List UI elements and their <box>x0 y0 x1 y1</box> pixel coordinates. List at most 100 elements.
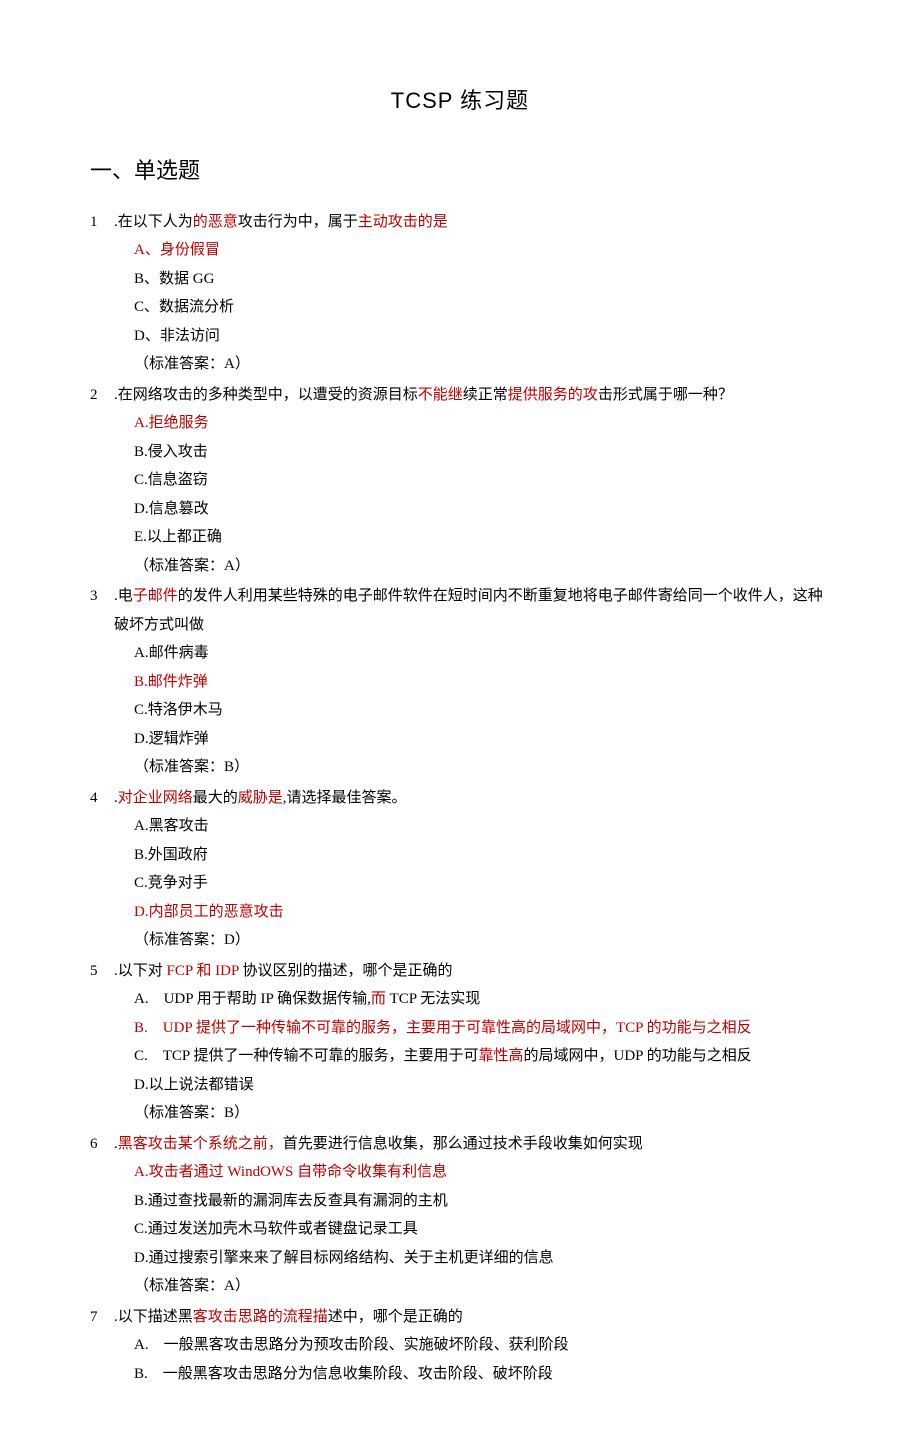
answer: （标准答案：D） <box>90 926 830 955</box>
option: D.逻辑炸弹 <box>134 725 830 754</box>
option-label: A、 <box>134 242 160 258</box>
stem-mid: 首先要进行信息收集，那么通过技术手段收集如何实现 <box>283 1136 643 1152</box>
question-stem: 6.黑客攻击某个系统之前，首先要进行信息收集，那么通过技术手段收集如何实现 <box>90 1130 830 1159</box>
answer: （标准答案：A） <box>90 350 830 379</box>
option-label: B、 <box>134 271 159 287</box>
option-label: C. <box>134 472 148 488</box>
question-number: 4 <box>90 784 114 813</box>
stem-pre: .电 <box>114 588 133 604</box>
option-text: 外国政府 <box>148 847 208 863</box>
option: B.外国政府 <box>134 841 830 870</box>
question-text: .以下对 FCP 和 IDP 协议区别的描述，哪个是正确的 <box>114 957 830 986</box>
option: A. 一般黑客攻击思路分为预攻击阶段、实施破坏阶段、获利阶段 <box>134 1331 830 1360</box>
question: 6.黑客攻击某个系统之前，首先要进行信息收集，那么通过技术手段收集如何实现A.攻… <box>90 1130 830 1301</box>
option: B. 一般黑客攻击思路分为信息收集阶段、攻击阶段、破坏阶段 <box>134 1360 830 1389</box>
questions-container: 1.在以下人为的恶意攻击行为中，属于主动攻击的是A、身份假冒B、数据 GGC、数… <box>90 208 830 1389</box>
option-text: 邮件炸弹 <box>148 674 208 690</box>
question-text: .电子邮件的发件人利用某些特殊的电子邮件软件在短时间内不断重复地将电子邮件寄给同… <box>114 582 830 639</box>
answer: （标准答案：B） <box>90 753 830 782</box>
stem-red: 子邮件 <box>133 588 178 604</box>
question-text: .以下描述黑客攻击思路的流程描述中，哪个是正确的 <box>114 1303 830 1332</box>
stem-pre: .在以下人为 <box>114 214 193 230</box>
option: D.内部员工的恶意攻击 <box>134 898 830 927</box>
option-text: 信息篡改 <box>149 501 209 517</box>
options: A.邮件病毒B.邮件炸弹C.特洛伊木马D.逻辑炸弹 <box>90 639 830 753</box>
question: 2.在网络攻击的多种类型中，以遭受的资源目标不能继续正常提供服务的攻击形式属于哪… <box>90 381 830 581</box>
question-stem: 7.以下描述黑客攻击思路的流程描述中，哪个是正确的 <box>90 1303 830 1332</box>
option: A.邮件病毒 <box>134 639 830 668</box>
option-label: B. <box>134 1193 148 1209</box>
stem-red: 提供服务的攻 <box>508 387 598 403</box>
page-title: TCSP 练习题 <box>90 80 830 122</box>
option-text: 一般黑客攻击思路分为预攻击阶段、实施破坏阶段、获利阶段 <box>164 1337 569 1353</box>
option-label: B. <box>134 1366 163 1382</box>
options: A.攻击者通过 WindOWS 自带命令收集有利信息B.通过查找最新的漏洞库去反… <box>90 1158 830 1272</box>
option-text: 黑客攻击 <box>149 818 209 834</box>
option: C.信息盗窃 <box>134 466 830 495</box>
option-text: 数据流分析 <box>159 299 234 315</box>
question-text: .黑客攻击某个系统之前，首先要进行信息收集，那么通过技术手段收集如何实现 <box>114 1130 830 1159</box>
stem-pre: .以下对 <box>114 963 163 979</box>
option-label: D. <box>134 1250 149 1266</box>
option-text: 邮件病毒 <box>149 645 209 661</box>
option-text: 以上都正确 <box>147 529 222 545</box>
option: A、身份假冒 <box>134 236 830 265</box>
option: A. UDP 用于帮助 IP 确保数据传输,而 TCP 无法实现 <box>134 985 830 1014</box>
stem-red: 不能继 <box>418 387 463 403</box>
option-text: 非法访问 <box>160 328 220 344</box>
option: D.以上说法都错误 <box>134 1071 830 1100</box>
question: 5.以下对 FCP 和 IDP 协议区别的描述，哪个是正确的A. UDP 用于帮… <box>90 957 830 1128</box>
option-text: 内部员工的恶意攻击 <box>149 904 284 920</box>
question-text: .对企业网络最大的威胁是,请选择最佳答案。 <box>114 784 830 813</box>
option: C、数据流分析 <box>134 293 830 322</box>
stem-mid: 最大的 <box>193 790 238 806</box>
stem-red: 客攻击思路的流程描 <box>193 1309 328 1325</box>
option: A.攻击者通过 WindOWS 自带命令收集有利信息 <box>134 1158 830 1187</box>
stem-mid: 述中，哪个是正确的 <box>328 1309 463 1325</box>
option-label: B. <box>134 1020 163 1036</box>
question-number: 3 <box>90 582 114 639</box>
answer: （标准答案：A） <box>90 552 830 581</box>
option-label: B. <box>134 674 148 690</box>
option: C.通过发送加壳木马软件或者键盘记录工具 <box>134 1215 830 1244</box>
stem-red: 黑客攻击某个系统之前， <box>118 1136 283 1152</box>
option-label: C. <box>134 702 148 718</box>
question: 7.以下描述黑客攻击思路的流程描述中，哪个是正确的A. 一般黑客攻击思路分为预攻… <box>90 1303 830 1389</box>
option-label: A. <box>134 415 149 431</box>
stem-pre: .以下描述黑 <box>114 1309 193 1325</box>
options: A. 一般黑客攻击思路分为预攻击阶段、实施破坏阶段、获利阶段B. 一般黑客攻击思… <box>90 1331 830 1388</box>
option-text: 一般黑客攻击思路分为信息收集阶段、攻击阶段、破坏阶段 <box>163 1366 553 1382</box>
option-label: C. <box>134 1221 148 1237</box>
option: E.以上都正确 <box>134 523 830 552</box>
option: B.侵入攻击 <box>134 438 830 467</box>
stem-post: ,请选择最佳答案。 <box>283 790 407 806</box>
option-text: 以上说法都错误 <box>149 1077 254 1093</box>
question: 4.对企业网络最大的威胁是,请选择最佳答案。A.黑客攻击B.外国政府C.竞争对手… <box>90 784 830 955</box>
question-text: .在网络攻击的多种类型中，以遭受的资源目标不能继续正常提供服务的攻击形式属于哪一… <box>114 381 830 410</box>
stem-pre: .在网络攻击的多种类型中，以遭受的资源目标 <box>114 387 418 403</box>
option-text: UDP 提供了一种传输不可靠的服务，主要用于可靠性高的局域网中，TCP 的功能与… <box>163 1020 752 1036</box>
option: A.黑客攻击 <box>134 812 830 841</box>
option-label: C. <box>134 875 148 891</box>
question-number: 1 <box>90 208 114 237</box>
option-label: D. <box>134 1077 149 1093</box>
option-text: 特洛伊木马 <box>148 702 223 718</box>
option: B.邮件炸弹 <box>134 668 830 697</box>
option-text-post: 的局域网中，UDP 的功能与之相反 <box>524 1048 752 1064</box>
option: C. TCP 提供了一种传输不可靠的服务，主要用于可靠性高的局域网中，UDP 的… <box>134 1042 830 1071</box>
question-text: .在以下人为的恶意攻击行为中，属于主动攻击的是 <box>114 208 830 237</box>
option-label: C. <box>134 1048 163 1064</box>
stem-mid: 续正常 <box>463 387 508 403</box>
option: B. UDP 提供了一种传输不可靠的服务，主要用于可靠性高的局域网中，TCP 的… <box>134 1014 830 1043</box>
option-text: 逻辑炸弹 <box>149 731 209 747</box>
options: A.拒绝服务B.侵入攻击C.信息盗窃D.信息篡改E.以上都正确 <box>90 409 830 552</box>
question-number: 5 <box>90 957 114 986</box>
option-text: 拒绝服务 <box>149 415 209 431</box>
question-number: 7 <box>90 1303 114 1332</box>
stem-red: 主动攻击的是 <box>358 214 448 230</box>
option-label: B. <box>134 444 148 460</box>
option-label: B. <box>134 847 148 863</box>
answer: （标准答案：B） <box>90 1099 830 1128</box>
question-number: 6 <box>90 1130 114 1159</box>
option-text-pre: UDP 用于帮助 IP 确保数据传输, <box>164 991 371 1007</box>
